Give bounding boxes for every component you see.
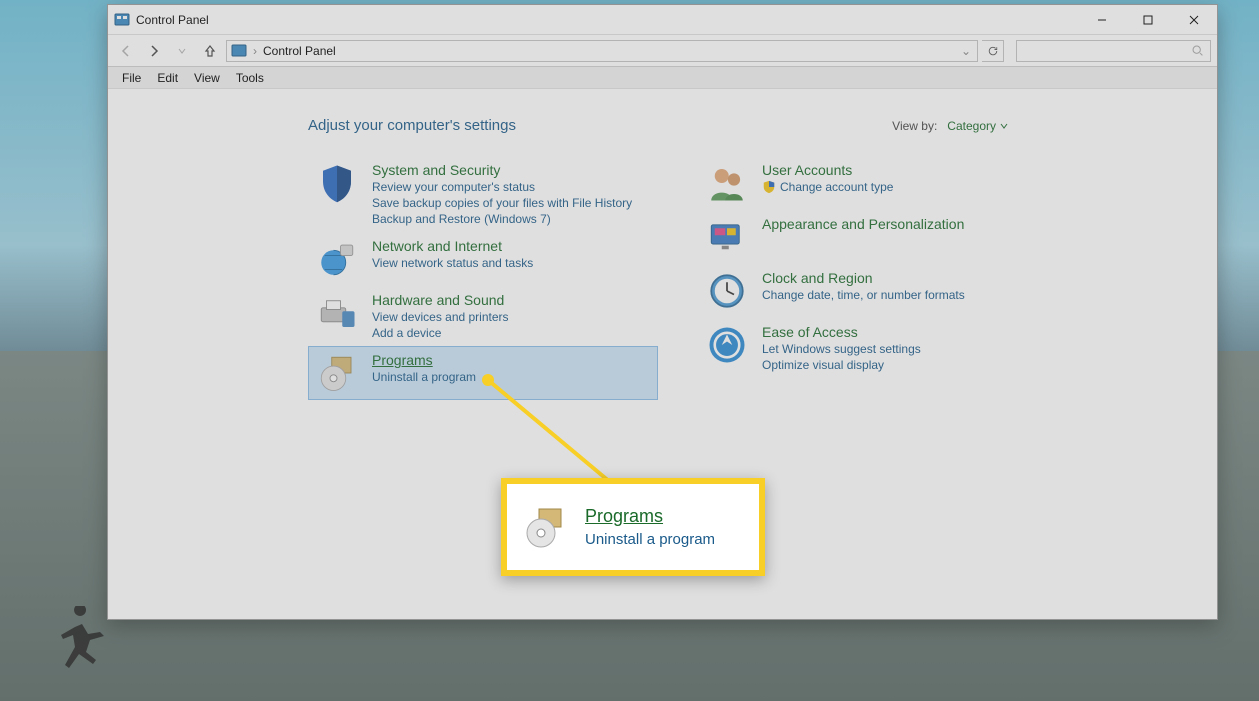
- maximize-button[interactable]: [1125, 5, 1171, 34]
- category-link[interactable]: Optimize visual display: [762, 358, 921, 372]
- search-icon: [1191, 44, 1204, 57]
- category-title[interactable]: Ease of Access: [762, 324, 921, 340]
- window-title: Control Panel: [136, 13, 1079, 27]
- control-panel-addr-icon: [231, 43, 247, 59]
- menu-file[interactable]: File: [114, 69, 149, 87]
- category-link[interactable]: Save backup copies of your files with Fi…: [372, 196, 632, 210]
- category-clock-region[interactable]: Clock and Region Change date, time, or n…: [698, 264, 1048, 318]
- view-by-label: View by:: [892, 119, 937, 133]
- chevron-down-icon: [1000, 122, 1008, 130]
- callout-subtitle[interactable]: Uninstall a program: [585, 531, 715, 548]
- refresh-button[interactable]: [982, 40, 1004, 62]
- disc-icon: [521, 503, 569, 551]
- category-user-accounts[interactable]: User Accounts Change account type: [698, 156, 1048, 210]
- category-link[interactable]: Review your computer's status: [372, 180, 632, 194]
- recent-dropdown[interactable]: [170, 39, 194, 63]
- titlebar: Control Panel: [108, 5, 1217, 35]
- control-panel-icon: [114, 12, 130, 28]
- category-link[interactable]: View network status and tasks: [372, 256, 533, 270]
- menu-edit[interactable]: Edit: [149, 69, 186, 87]
- back-button[interactable]: [114, 39, 138, 63]
- search-input[interactable]: [1016, 40, 1211, 62]
- category-link[interactable]: Change date, time, or number formats: [762, 288, 965, 302]
- callout-title[interactable]: Programs: [585, 506, 715, 527]
- category-appearance[interactable]: Appearance and Personalization: [698, 210, 1048, 264]
- category-system-security[interactable]: System and Security Review your computer…: [308, 156, 658, 232]
- disc-icon: [316, 352, 358, 394]
- ease-of-access-icon: [706, 324, 748, 366]
- category-link[interactable]: Backup and Restore (Windows 7): [372, 212, 632, 226]
- printer-icon: [316, 292, 358, 334]
- category-title[interactable]: User Accounts: [762, 162, 893, 178]
- category-link[interactable]: Change account type: [762, 180, 893, 194]
- category-title[interactable]: System and Security: [372, 162, 632, 178]
- category-programs[interactable]: Programs Uninstall a program: [308, 346, 658, 400]
- clock-icon: [706, 270, 748, 312]
- category-title[interactable]: Clock and Region: [762, 270, 965, 286]
- monitor-icon: [706, 216, 748, 258]
- breadcrumb-root[interactable]: Control Panel: [263, 44, 336, 58]
- category-link[interactable]: Let Windows suggest settings: [762, 342, 921, 356]
- category-link[interactable]: Add a device: [372, 326, 509, 340]
- category-title[interactable]: Network and Internet: [372, 238, 533, 254]
- people-icon: [706, 162, 748, 204]
- nav-toolbar: › Control Panel ⌄: [108, 35, 1217, 67]
- category-network-internet[interactable]: Network and Internet View network status…: [308, 232, 658, 286]
- menu-view[interactable]: View: [186, 69, 228, 87]
- category-link[interactable]: View devices and printers: [372, 310, 509, 324]
- category-ease-of-access[interactable]: Ease of Access Let Windows suggest setti…: [698, 318, 1048, 378]
- close-button[interactable]: [1171, 5, 1217, 34]
- category-title[interactable]: Appearance and Personalization: [762, 216, 964, 232]
- category-link[interactable]: Uninstall a program: [372, 370, 476, 384]
- minimize-button[interactable]: [1079, 5, 1125, 34]
- category-title[interactable]: Programs: [372, 352, 476, 368]
- menu-bar: File Edit View Tools: [108, 67, 1217, 89]
- menu-tools[interactable]: Tools: [228, 69, 272, 87]
- breadcrumb-dropdown-icon[interactable]: ⌄: [961, 44, 971, 58]
- forward-button[interactable]: [142, 39, 166, 63]
- page-title: Adjust your computer's settings: [308, 117, 516, 134]
- shield-icon: [316, 162, 358, 204]
- view-by-dropdown[interactable]: Category: [947, 119, 1008, 133]
- uac-shield-icon: [762, 180, 776, 194]
- category-hardware-sound[interactable]: Hardware and Sound View devices and prin…: [308, 286, 658, 346]
- globe-icon: [316, 238, 358, 280]
- category-title[interactable]: Hardware and Sound: [372, 292, 509, 308]
- up-button[interactable]: [198, 39, 222, 63]
- address-bar[interactable]: › Control Panel ⌄: [226, 40, 978, 62]
- breadcrumb-separator-icon: ›: [253, 44, 257, 58]
- callout-programs: Programs Uninstall a program: [501, 478, 765, 576]
